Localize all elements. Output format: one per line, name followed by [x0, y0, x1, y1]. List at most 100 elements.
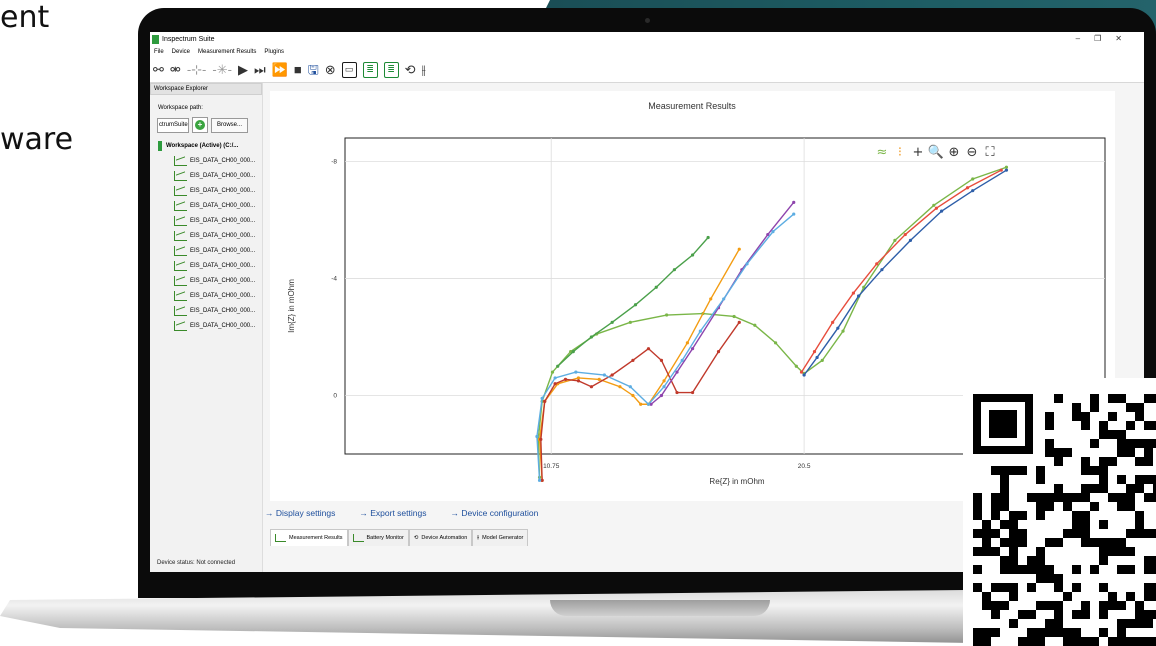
qr-module — [1135, 610, 1144, 619]
series-style-icon[interactable]: ≈ — [877, 145, 888, 160]
qr-module — [1000, 556, 1009, 565]
data-point — [639, 402, 643, 406]
zoom-in-icon[interactable]: ⊕ — [949, 145, 960, 160]
qr-module — [1072, 529, 1081, 538]
qr-module — [1099, 583, 1108, 592]
circuit-icon: ⫲ — [477, 534, 480, 541]
tab-measurement-results[interactable]: Measurement Results — [270, 529, 348, 546]
menu-measurement-results[interactable]: Measurement Results — [198, 49, 256, 55]
workspace-root[interactable]: Workspace (Active) (C:/... — [158, 141, 262, 151]
qr-module — [1135, 520, 1144, 529]
tree-item[interactable]: EIS_DATA_CH00_000... — [174, 306, 262, 316]
tree-item[interactable]: EIS_DATA_CH00_000... — [174, 186, 262, 196]
qr-module — [1117, 619, 1126, 628]
tree-item[interactable]: EIS_DATA_CH00_000... — [174, 321, 262, 331]
workspace-explorer: Workspace Explorer Workspace path: ctrum… — [150, 83, 263, 572]
y-axis-label: Im{Z} in mOhm — [287, 279, 296, 333]
sequence-icon[interactable]: ≣ — [362, 61, 378, 78]
qr-module — [1090, 502, 1099, 511]
tree-item[interactable]: EIS_DATA_CH00_000... — [174, 171, 262, 181]
qr-module — [1000, 583, 1009, 592]
workspace-path-input[interactable]: ctrumSuite — [157, 117, 189, 133]
menu-plugins[interactable]: Plugins — [264, 49, 284, 55]
minimize-button[interactable]: – — [1076, 34, 1094, 43]
fast-forward-icon[interactable]: ⏩ — [272, 63, 288, 76]
qr-module — [1099, 475, 1108, 484]
sequence-edit-icon[interactable]: ≣ — [383, 61, 399, 78]
tree-item-label: EIS_DATA_CH00_000... — [190, 263, 256, 269]
qr-module — [1099, 601, 1108, 610]
data-point — [893, 238, 897, 243]
qr-module — [1126, 484, 1135, 493]
qr-module — [1036, 493, 1045, 502]
qr-module — [1081, 637, 1090, 646]
probe-icon[interactable]: -⊹- — [187, 63, 207, 76]
export-settings-link[interactable]: → Export settings — [359, 508, 426, 518]
tree-item[interactable]: EIS_DATA_CH00_000... — [174, 246, 262, 256]
legend-icon[interactable]: ⁝ — [898, 145, 902, 160]
qr-module — [1135, 637, 1144, 646]
add-workspace-button[interactable]: + — [192, 117, 208, 133]
tree-item[interactable]: EIS_DATA_CH00_000... — [174, 156, 262, 166]
qr-module — [1072, 628, 1081, 637]
tree-item[interactable]: EIS_DATA_CH00_000... — [174, 231, 262, 241]
status-value: Not connected — [196, 560, 236, 566]
device-configuration-link[interactable]: → Device configuration — [450, 508, 538, 518]
tree-item-label: EIS_DATA_CH00_000... — [190, 203, 256, 209]
qr-module — [1144, 448, 1153, 457]
play-icon[interactable]: ▶ — [238, 63, 248, 76]
close-button[interactable]: ✕ — [1115, 34, 1136, 43]
save-icon[interactable]: 🖫 — [308, 63, 319, 76]
skip-icon[interactable]: ⏭ — [254, 63, 266, 76]
data-point — [659, 393, 664, 398]
circuit-icon[interactable]: ⫲ — [422, 63, 426, 76]
cancel-icon[interactable]: ⊗ — [325, 63, 336, 76]
qr-module — [973, 547, 982, 556]
fit-icon[interactable]: ⛶ — [984, 145, 995, 160]
zoom-out-icon[interactable]: ⊖ — [967, 145, 978, 160]
connect-icon[interactable]: ⚯ — [153, 63, 164, 76]
qr-module — [1144, 592, 1153, 601]
data-point — [773, 341, 778, 345]
qr-module — [1099, 628, 1108, 637]
qr-module — [1009, 538, 1018, 547]
probe-multi-icon[interactable]: -✳- — [212, 63, 232, 76]
tab-device-automation[interactable]: ⟲ Device Automation — [408, 529, 473, 546]
browse-button[interactable]: Browse... — [211, 117, 249, 133]
tab-workspace-explorer[interactable]: Workspace Explorer — [150, 83, 262, 95]
qr-module — [1090, 394, 1099, 403]
automation-icon[interactable]: ⟲ — [405, 63, 416, 76]
data-point — [550, 370, 555, 374]
qr-module — [1036, 511, 1045, 520]
tree-item[interactable]: EIS_DATA_CH00_000... — [174, 291, 262, 301]
menu-device[interactable]: Device — [172, 49, 190, 55]
qr-module — [1099, 547, 1108, 556]
display-settings-link[interactable]: → Display settings — [265, 508, 335, 518]
zoom-icon[interactable]: 🔍 — [928, 143, 944, 160]
qr-module — [1009, 520, 1018, 529]
disconnect-icon[interactable]: ⚮ — [170, 63, 181, 76]
tab-model-generator[interactable]: ⫲ Model Generator — [472, 529, 529, 546]
qr-module — [1108, 547, 1117, 556]
tree-item[interactable]: EIS_DATA_CH00_000... — [174, 276, 262, 286]
qr-module — [1036, 466, 1045, 475]
stop-icon[interactable]: ■ — [294, 63, 302, 76]
crosshair-icon[interactable]: + — [913, 145, 924, 160]
qr-module — [1081, 601, 1090, 610]
data-point — [646, 347, 651, 351]
tree-item[interactable]: EIS_DATA_CH00_000... — [174, 261, 262, 271]
data-file-icon — [174, 231, 187, 241]
tree-item[interactable]: EIS_DATA_CH00_000... — [174, 216, 262, 226]
qr-module — [1036, 637, 1045, 646]
maximize-button[interactable]: ❐ — [1094, 34, 1115, 43]
device-icon[interactable]: ▭ — [341, 61, 357, 78]
tree-item[interactable]: EIS_DATA_CH00_000... — [174, 201, 262, 211]
data-file-icon — [174, 171, 187, 181]
tab-battery-monitor[interactable]: Battery Monitor — [347, 529, 409, 546]
qr-module — [973, 493, 982, 502]
qr-module — [1054, 628, 1063, 637]
qr-module — [991, 610, 1000, 619]
status-label: Device status: — [157, 560, 195, 566]
menu-file[interactable]: File — [154, 49, 164, 55]
tree-item-label: EIS_DATA_CH00_000... — [190, 218, 256, 224]
